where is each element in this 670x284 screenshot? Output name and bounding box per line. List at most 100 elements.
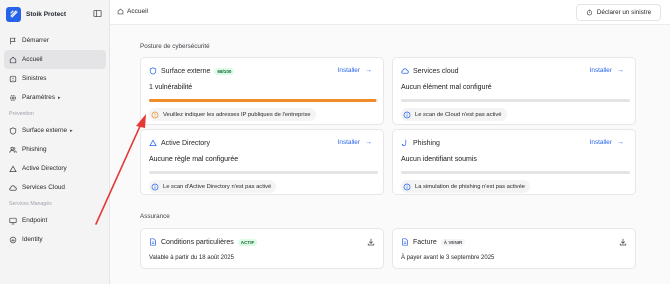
card-headline: Aucune règle mal configurée <box>149 156 239 163</box>
alarm-icon <box>586 9 592 16</box>
users-icon <box>9 146 17 153</box>
download-icon[interactable] <box>619 238 627 246</box>
section-title-posture: Posture de cybersécurité <box>140 43 210 50</box>
sidebar-item-surface-externe[interactable]: Surface externe ▸ <box>4 121 106 140</box>
sidebar-nav: Démarrer Accueil Sinistres Paramètres ▸ … <box>4 31 106 249</box>
note-text: Le scan de Cloud n'est pas activé <box>415 111 502 118</box>
info-note: Veuillez indiquer les adresses IP publiq… <box>149 108 316 121</box>
triangle-icon <box>9 164 17 172</box>
warning-circle-icon <box>151 111 159 118</box>
sidebar-item-label: Sinistres <box>22 75 47 82</box>
card-surface-externe[interactable]: Surface externe 68/100 Installer → 1 vuln… <box>140 57 384 125</box>
card-subtitle: À payer avant le 3 septembre 2025 <box>401 255 495 261</box>
info-note: La simulation de phishing n'est pas acti… <box>401 180 531 193</box>
card-title: Conditions particulières <box>161 238 234 246</box>
sidebar-item-demarrer[interactable]: Démarrer <box>4 31 106 50</box>
info-note: Le scan d'Active Directory n'est pas act… <box>149 180 277 193</box>
info-icon <box>403 111 411 118</box>
document-icon <box>150 238 156 246</box>
sidebar-item-endpoint[interactable]: Endpoint <box>4 211 106 230</box>
sidebar-item-parametres[interactable]: Paramètres ▸ <box>4 88 106 107</box>
hook-icon <box>401 139 407 147</box>
card-headline: 1 vulnérabilité <box>149 84 193 91</box>
info-icon <box>151 183 159 190</box>
section-label-prevention: Prévention <box>9 111 34 117</box>
download-icon[interactable] <box>367 238 375 246</box>
sidebar-item-label: Surface externe <box>22 127 68 134</box>
card-subtitle: Valable à partir du 18 août 2025 <box>149 255 234 261</box>
sidebar-item-services-cloud[interactable]: Services Cloud <box>4 178 106 197</box>
install-link[interactable]: Installer → <box>338 67 372 74</box>
card-header: Active Directory <box>149 139 210 147</box>
card-title: Active Directory <box>161 139 211 147</box>
sidebar: Stoik Protect Démarrer Accueil Sinistres… <box>0 0 110 284</box>
install-label: Installer <box>337 67 360 74</box>
main-area: Accueil Déclarer un sinistre Posture de … <box>110 0 670 284</box>
card-phishing[interactable]: Phishing Installer → Aucun identifiant so… <box>392 129 636 195</box>
card-title: Surface externe <box>161 67 211 75</box>
brand-name: Stoik Protect <box>26 10 67 18</box>
info-icon <box>403 183 411 190</box>
monitor-icon <box>9 217 17 224</box>
card-conditions-particulieres[interactable]: Conditions particulières ACTIF Valable à… <box>140 228 384 269</box>
breadcrumb[interactable]: Accueil <box>117 8 148 15</box>
sidebar-item-label: Endpoint <box>22 217 48 224</box>
gear-icon <box>10 94 16 101</box>
warning-icon <box>9 75 17 82</box>
sidebar-item-identity[interactable]: Identity <box>4 230 106 249</box>
home-icon <box>9 56 17 63</box>
cloud-icon <box>9 184 17 191</box>
card-header: Conditions particulières ACTIF <box>149 238 258 246</box>
install-link[interactable]: Installer → <box>590 67 624 74</box>
shield-icon <box>9 126 17 135</box>
install-label: Installer <box>337 139 360 146</box>
sidebar-item-label: Phishing <box>22 146 47 153</box>
section-label-services-manages: Services Managés <box>9 201 52 207</box>
card-title: Services cloud <box>413 67 459 75</box>
install-link[interactable]: Installer → <box>590 139 624 146</box>
progress-bar <box>149 99 378 102</box>
section-title-assurance: Assurance <box>140 213 170 220</box>
sidebar-item-active-directory[interactable]: Active Directory <box>4 159 106 178</box>
sidebar-toggle-icon[interactable] <box>93 9 102 18</box>
chevron-right-icon: ▸ <box>70 127 73 134</box>
sidebar-item-label: Services Cloud <box>22 184 65 191</box>
sidebar-item-label: Accueil <box>22 56 43 63</box>
arrow-right-icon: → <box>365 139 372 146</box>
flag-icon <box>10 37 16 44</box>
report-incident-button[interactable]: Déclarer un sinistre <box>576 4 661 21</box>
status-badge: À VENIR <box>440 238 466 246</box>
stoik-logo-icon <box>6 6 21 22</box>
progress-bar <box>401 99 630 102</box>
progress-fill <box>149 99 376 102</box>
brand[interactable]: Stoik Protect <box>6 6 104 22</box>
card-services-cloud[interactable]: Services cloud Installer → Aucun élément … <box>392 57 636 125</box>
breadcrumb-label: Accueil <box>127 8 148 15</box>
fingerprint-icon <box>9 236 17 243</box>
note-text: La simulation de phishing n'est pas acti… <box>415 183 526 190</box>
progress-bar <box>401 171 630 174</box>
cloud-icon <box>401 68 409 74</box>
arrow-right-icon: → <box>617 67 624 74</box>
sidebar-item-label: Démarrer <box>22 37 49 44</box>
info-note: Le scan de Cloud n'est pas activé <box>401 108 507 121</box>
sidebar-item-accueil[interactable]: Accueil <box>4 50 106 69</box>
card-title: Phishing <box>413 139 440 147</box>
document-icon <box>402 238 408 246</box>
top-bar: Accueil Déclarer un sinistre <box>110 0 670 25</box>
card-headline: Aucun élément mal configuré <box>401 84 492 91</box>
chevron-right-icon: ▸ <box>58 94 61 101</box>
arrow-right-icon: → <box>617 139 624 146</box>
install-label: Installer <box>589 139 612 146</box>
card-active-directory[interactable]: Active Directory Installer → Aucune règle… <box>140 129 384 195</box>
triangle-icon <box>149 139 157 146</box>
dashboard-content: Posture de cybersécurité Surface externe… <box>110 25 670 284</box>
shield-icon <box>149 67 157 75</box>
card-facture[interactable]: Facture À VENIR À payer avant le 3 septe… <box>392 228 636 269</box>
sidebar-item-label: Active Directory <box>22 165 67 172</box>
sidebar-item-sinistres[interactable]: Sinistres <box>4 69 106 88</box>
home-icon <box>117 8 124 15</box>
install-link[interactable]: Installer → <box>338 139 372 146</box>
sidebar-item-label: Identity <box>22 236 43 243</box>
sidebar-item-phishing[interactable]: Phishing <box>4 140 106 159</box>
